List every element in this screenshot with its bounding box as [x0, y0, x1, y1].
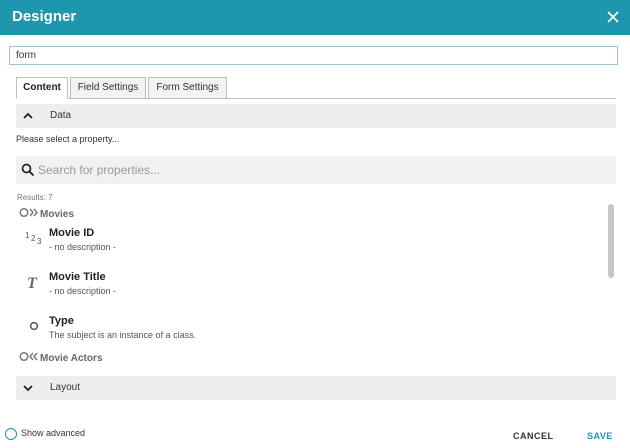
outgoing-relation-icon — [19, 207, 39, 218]
dialog-title: Designer — [12, 8, 77, 25]
cancel-button[interactable]: CANCEL — [513, 431, 554, 441]
property-item-type[interactable]: Type The subject is an instance of a cla… — [20, 315, 600, 351]
property-item-movie-title[interactable]: T Movie Title - no description - — [20, 271, 600, 307]
number-type-icon: 123 — [25, 230, 43, 246]
scrollbar-thumb[interactable] — [608, 204, 614, 278]
svg-text:3: 3 — [37, 237, 42, 246]
close-icon[interactable] — [602, 6, 624, 28]
data-section-label: Data — [50, 110, 72, 121]
group-movie-actors[interactable]: Movie Actors — [19, 351, 102, 364]
text-type-icon: T — [25, 274, 43, 292]
property-description: - no description - — [49, 242, 117, 252]
search-icon — [21, 163, 35, 177]
chevron-down-icon — [21, 381, 35, 395]
dialog-header: Designer — [0, 0, 630, 35]
property-name: Movie ID — [49, 227, 95, 239]
property-description: - no description - — [49, 286, 117, 296]
group-label: Movies — [40, 209, 74, 220]
layout-section-toggle[interactable]: Layout — [16, 376, 616, 400]
show-advanced-checkbox[interactable] — [5, 428, 17, 440]
group-movies[interactable]: Movies — [19, 207, 74, 220]
property-description: The subject is an instance of a class. — [49, 330, 197, 340]
form-name-input[interactable] — [9, 46, 618, 65]
layout-section-label: Layout — [50, 382, 81, 393]
class-type-icon — [25, 318, 43, 334]
tab-field-settings[interactable]: Field Settings — [70, 77, 146, 99]
svg-text:1: 1 — [25, 231, 30, 240]
property-item-movie-id[interactable]: 123 Movie ID - no description - — [20, 227, 600, 263]
show-advanced-label: Show advanced — [21, 428, 86, 438]
incoming-relation-icon — [19, 351, 39, 362]
tab-form-settings[interactable]: Form Settings — [148, 77, 227, 99]
property-name: Type — [49, 315, 74, 327]
search-input[interactable] — [38, 160, 608, 180]
data-section-toggle[interactable]: Data — [16, 104, 616, 128]
svg-text:2: 2 — [31, 234, 36, 243]
group-label: Movie Actors — [40, 353, 103, 364]
svg-text:T: T — [27, 275, 38, 290]
property-list: Movies 123 Movie ID - no description - T… — [0, 200, 630, 376]
property-search — [16, 156, 616, 184]
property-hint: Please select a property... — [16, 134, 120, 144]
property-name: Movie Title — [49, 271, 106, 283]
save-button[interactable]: SAVE — [587, 431, 613, 441]
list-scrollbar[interactable] — [607, 204, 615, 372]
chevron-up-icon — [21, 109, 35, 123]
tab-content[interactable]: Content — [16, 77, 68, 99]
